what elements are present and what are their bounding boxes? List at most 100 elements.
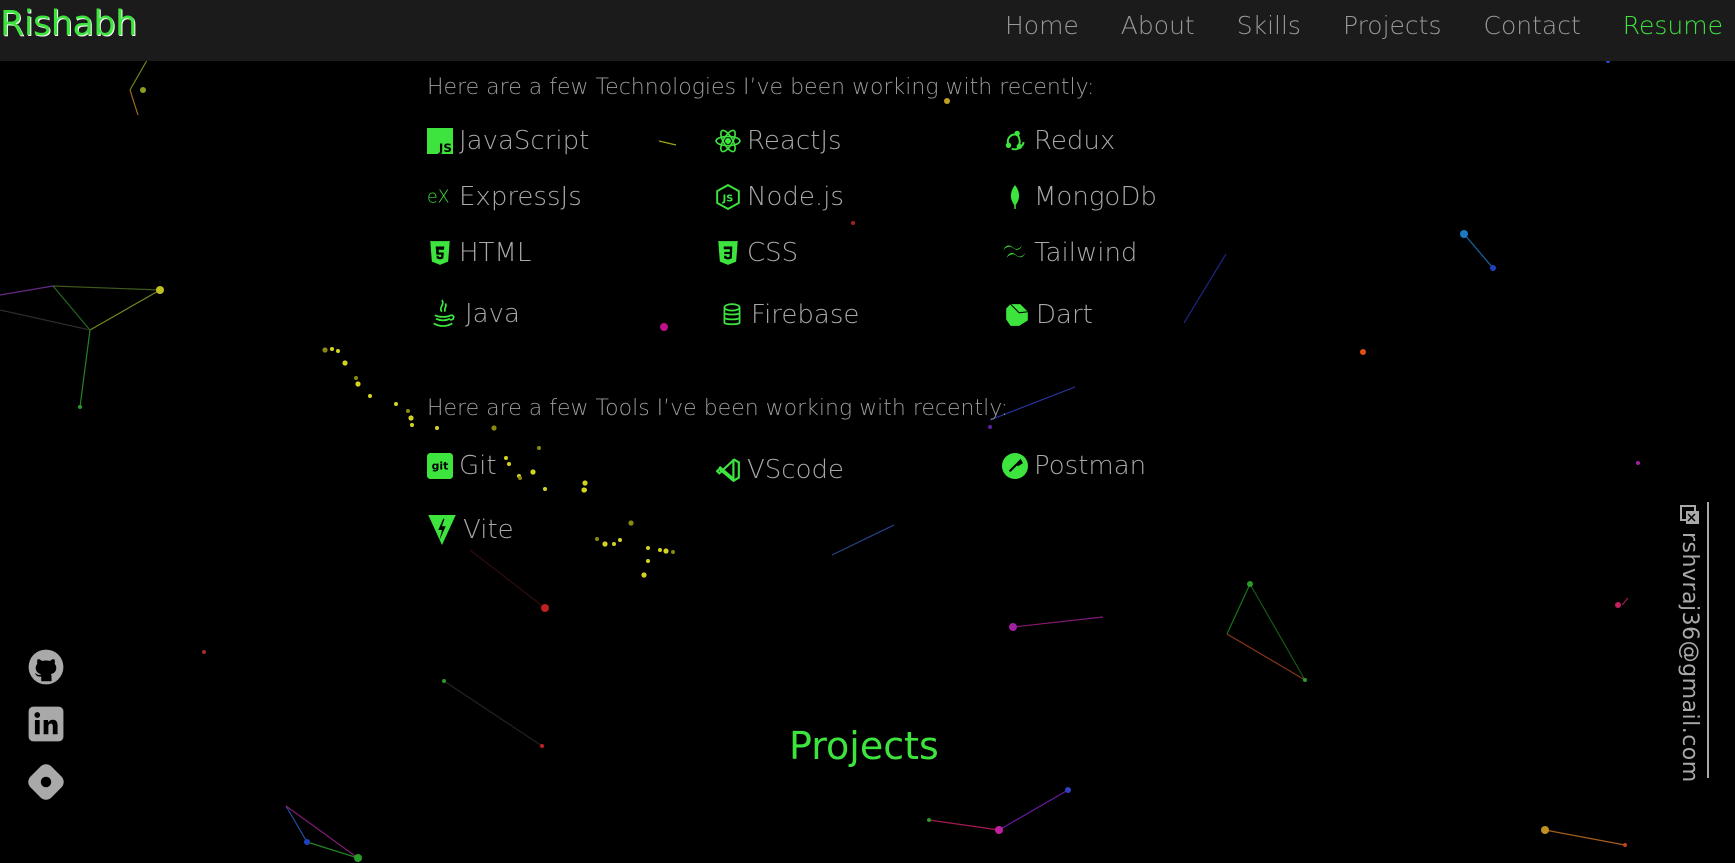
particle-dot bbox=[406, 409, 410, 413]
particle-dot bbox=[595, 537, 599, 541]
particle-dot bbox=[410, 423, 414, 427]
particle-dot bbox=[537, 446, 541, 450]
particle-dot bbox=[995, 826, 1003, 834]
particle-link bbox=[1183, 253, 1227, 324]
github-icon[interactable] bbox=[27, 648, 67, 688]
tool-item-git: git Git bbox=[427, 451, 497, 481]
particle-link bbox=[52, 285, 161, 291]
particle-link bbox=[1463, 233, 1494, 269]
particle-dot bbox=[491, 425, 497, 431]
particle-dot bbox=[1490, 265, 1496, 271]
css3-icon bbox=[715, 240, 741, 266]
particle-dot bbox=[927, 818, 931, 822]
email-sidebar: rshvraj36@gmail.com bbox=[1671, 502, 1709, 783]
particle-dot bbox=[336, 349, 340, 353]
tech-item-mongodb: MongoDb bbox=[1002, 182, 1157, 212]
react-icon bbox=[715, 128, 741, 154]
codepen-icon[interactable] bbox=[27, 763, 67, 803]
particle-dot bbox=[1541, 826, 1549, 834]
svg-text:eX: eX bbox=[427, 187, 450, 207]
tech-item-reactjs: ReactJs bbox=[715, 126, 842, 156]
particle-dot bbox=[1623, 843, 1627, 847]
particle-link bbox=[129, 89, 139, 116]
particle-link bbox=[831, 524, 895, 556]
particle-link bbox=[998, 789, 1069, 831]
svg-text:JS: JS bbox=[438, 141, 452, 154]
tech-item-firebase: Firebase bbox=[719, 300, 859, 330]
svg-text:JS: JS bbox=[722, 193, 734, 204]
particle-dot bbox=[602, 541, 608, 547]
particle-dot bbox=[988, 425, 992, 429]
particle-link bbox=[79, 329, 91, 408]
svg-text:git: git bbox=[432, 459, 449, 472]
particle-dot bbox=[1065, 787, 1071, 793]
particle-link bbox=[306, 841, 359, 859]
express-icon: eX bbox=[427, 184, 453, 210]
tool-item-vscode: VScode bbox=[715, 455, 844, 485]
nav-projects[interactable]: Projects bbox=[1343, 11, 1442, 40]
particle-dot bbox=[1247, 581, 1253, 587]
email-icon bbox=[1677, 502, 1701, 526]
particle-dot bbox=[618, 538, 622, 542]
linkedin-icon[interactable] bbox=[27, 705, 67, 745]
database-icon bbox=[719, 302, 745, 328]
top-navbar: Rishabh Home About Skills Projects Conta… bbox=[0, 0, 1735, 61]
nav-home[interactable]: Home bbox=[1005, 11, 1079, 40]
particle-dot bbox=[658, 548, 662, 552]
vscode-icon bbox=[715, 457, 741, 483]
particle-dot bbox=[518, 476, 522, 480]
particle-dot bbox=[581, 487, 587, 493]
technologies-intro: Here are a few Technologies I’ve been wo… bbox=[427, 75, 1095, 100]
tool-item-vite: Vite bbox=[427, 513, 514, 547]
particle-link bbox=[1621, 597, 1629, 606]
particle-link bbox=[0, 285, 54, 296]
javascript-icon: JS bbox=[427, 128, 453, 154]
vite-icon bbox=[427, 513, 457, 547]
particle-dot bbox=[355, 381, 361, 387]
tech-item-css: CSS bbox=[715, 238, 798, 268]
particle-link bbox=[89, 289, 161, 331]
tech-item-java: Java bbox=[427, 296, 520, 332]
particle-link bbox=[0, 309, 91, 331]
particle-link bbox=[1249, 583, 1306, 681]
particle-dot bbox=[507, 462, 511, 466]
tools-intro: Here are a few Tools I’ve been working w… bbox=[427, 396, 1009, 421]
nav-skills[interactable]: Skills bbox=[1237, 11, 1301, 40]
particle-dot bbox=[140, 87, 146, 93]
tech-item-javascript: JS JavaScript bbox=[427, 126, 589, 156]
particle-dot bbox=[671, 550, 675, 554]
particle-dot bbox=[394, 402, 398, 406]
mongodb-leaf-icon bbox=[1002, 184, 1028, 210]
particle-dot bbox=[646, 546, 650, 550]
particle-link bbox=[1226, 633, 1306, 681]
particle-dot bbox=[628, 520, 634, 526]
brand-logo[interactable]: Rishabh bbox=[0, 4, 137, 44]
git-icon: git bbox=[427, 453, 453, 479]
particle-dot bbox=[541, 604, 549, 612]
particle-dot bbox=[851, 221, 855, 225]
particle-dot bbox=[1615, 602, 1621, 608]
tailwind-icon bbox=[1002, 240, 1028, 266]
particle-dot bbox=[435, 426, 439, 430]
particle-link bbox=[928, 819, 1000, 831]
particle-dot bbox=[354, 376, 358, 380]
particle-dot bbox=[1360, 349, 1366, 355]
particle-dot bbox=[1636, 461, 1640, 465]
tool-item-postman: Postman bbox=[1002, 451, 1146, 481]
particle-dot bbox=[660, 323, 668, 331]
nav-about[interactable]: About bbox=[1121, 11, 1195, 40]
nav-contact[interactable]: Contact bbox=[1484, 11, 1581, 40]
dart-icon bbox=[1004, 302, 1030, 328]
particle-dot bbox=[646, 559, 650, 563]
particle-dot bbox=[504, 456, 508, 460]
nav-resume[interactable]: Resume bbox=[1623, 11, 1723, 40]
particle-dot bbox=[330, 347, 334, 351]
particle-dot bbox=[1009, 623, 1017, 631]
tech-item-tailwind: Tailwind bbox=[1002, 238, 1137, 268]
html5-icon bbox=[427, 240, 453, 266]
email-link[interactable]: rshvraj36@gmail.com bbox=[1677, 532, 1702, 783]
particle-dot bbox=[442, 679, 446, 683]
particle-link bbox=[285, 805, 359, 859]
particle-dot bbox=[530, 469, 536, 475]
particle-dot bbox=[368, 394, 372, 398]
